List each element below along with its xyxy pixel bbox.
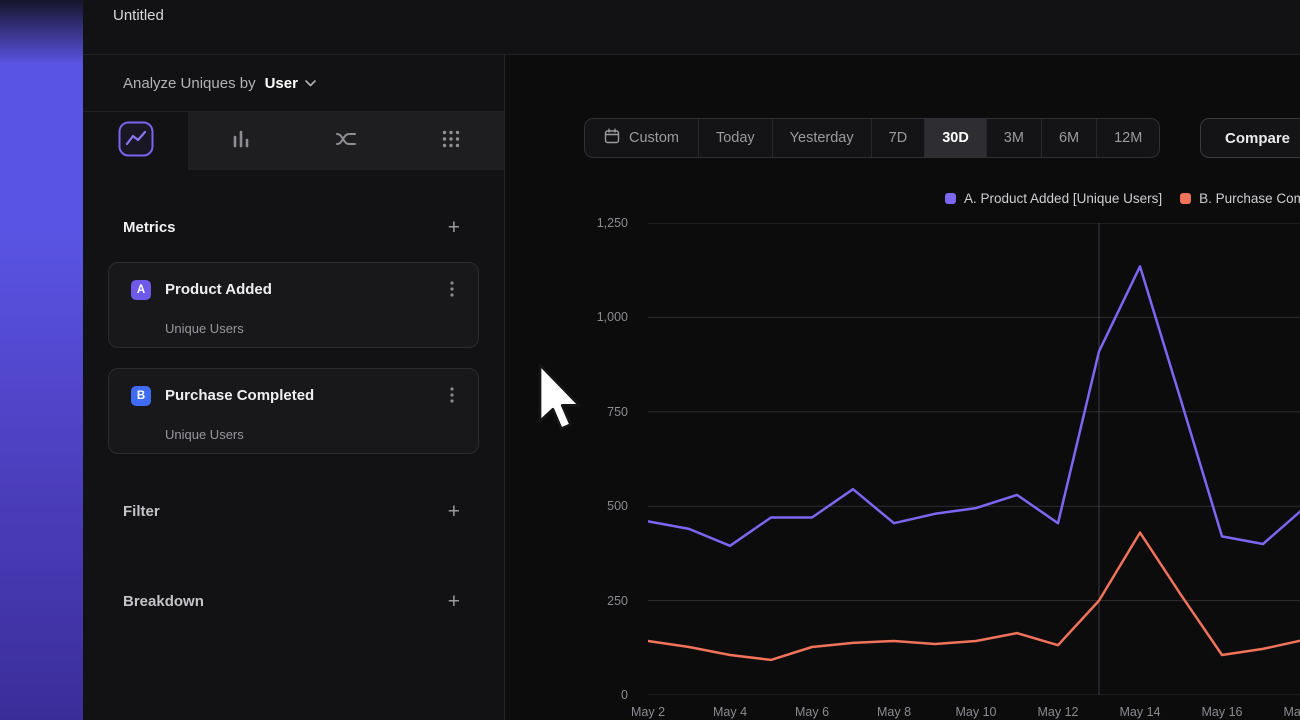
kebab-menu-icon bbox=[450, 281, 454, 300]
chart-canvas[interactable] bbox=[648, 223, 1300, 695]
legend-item-a[interactable]: A. Product Added [Unique Users] bbox=[945, 191, 1162, 206]
x-axis: May 2May 4May 6May 8May 10May 12May 14Ma… bbox=[648, 705, 1300, 720]
legend-label: B. Purchase Completed [Unique Users] bbox=[1199, 191, 1300, 206]
date-range-6m[interactable]: 6M bbox=[1041, 119, 1096, 157]
metric-title: Product Added bbox=[165, 281, 272, 298]
metric-badge-a: A bbox=[131, 280, 151, 300]
date-range-label: 3M bbox=[1004, 130, 1024, 146]
y-axis-tick-label: 1,000 bbox=[597, 310, 628, 324]
breakdown-section-header: Breakdown + bbox=[83, 581, 504, 621]
metric-options-button[interactable] bbox=[442, 280, 462, 300]
add-metric-button[interactable]: + bbox=[448, 217, 460, 238]
series-line bbox=[648, 266, 1300, 545]
metric-card-b[interactable]: B Purchase Completed Unique Users bbox=[108, 368, 479, 454]
left-gradient-strip bbox=[0, 0, 83, 720]
x-axis-tick-label: May 10 bbox=[956, 705, 997, 719]
date-range-group: Custom Today Yesterday 7D 30D 3M 6M 12M bbox=[584, 118, 1160, 158]
app-window: Untitled Analyze Uniques by User bbox=[83, 0, 1300, 720]
metrics-section-header: Metrics + bbox=[83, 207, 504, 247]
date-range-3m[interactable]: 3M bbox=[986, 119, 1041, 157]
flows-icon bbox=[334, 127, 358, 156]
chart-panel: Custom Today Yesterday 7D 30D 3M 6M 12M … bbox=[505, 55, 1300, 720]
tab-dot-grid[interactable] bbox=[399, 112, 504, 170]
tab-bar-chart[interactable] bbox=[188, 112, 293, 170]
tab-line-chart[interactable] bbox=[83, 112, 188, 170]
legend-label: A. Product Added [Unique Users] bbox=[964, 191, 1162, 206]
x-axis-tick-label: May 4 bbox=[713, 705, 747, 719]
y-axis-tick-label: 0 bbox=[621, 688, 628, 702]
chart-type-tabs bbox=[83, 112, 504, 170]
metric-subtitle: Unique Users bbox=[165, 427, 244, 442]
sidebar: Analyze Uniques by User bbox=[83, 55, 505, 720]
analyze-row: Analyze Uniques by User bbox=[83, 55, 504, 112]
window-title: Untitled bbox=[113, 7, 164, 24]
date-range-custom[interactable]: Custom bbox=[585, 119, 698, 157]
date-range-label: Custom bbox=[629, 130, 679, 146]
filter-section-header: Filter + bbox=[83, 491, 504, 531]
metric-badge-b: B bbox=[131, 386, 151, 406]
metric-card-a[interactable]: A Product Added Unique Users bbox=[108, 262, 479, 348]
chart-legend: A. Product Added [Unique Users] B. Purch… bbox=[945, 191, 1300, 206]
legend-swatch-b bbox=[1180, 193, 1191, 204]
y-axis-tick-label: 750 bbox=[607, 405, 628, 419]
x-axis-tick-label: May 18 bbox=[1284, 705, 1300, 719]
analyze-by-dropdown[interactable]: User bbox=[265, 74, 316, 92]
date-range-yesterday[interactable]: Yesterday bbox=[772, 119, 871, 157]
kebab-menu-icon bbox=[450, 387, 454, 406]
x-axis-tick-label: May 14 bbox=[1120, 705, 1161, 719]
analyze-by-value: User bbox=[265, 75, 298, 92]
x-axis-tick-label: May 12 bbox=[1038, 705, 1079, 719]
metric-subtitle: Unique Users bbox=[165, 321, 244, 336]
calendar-icon bbox=[604, 128, 620, 148]
date-range-label: 6M bbox=[1059, 130, 1079, 146]
tab-flows[interactable] bbox=[294, 112, 399, 170]
chart-plot-svg bbox=[648, 223, 1300, 695]
date-range-7d[interactable]: 7D bbox=[871, 119, 925, 157]
screen: Untitled Analyze Uniques by User bbox=[0, 0, 1300, 720]
date-range-label: Yesterday bbox=[790, 130, 854, 146]
chevron-down-icon bbox=[305, 74, 316, 92]
analyze-by-label: Analyze Uniques by bbox=[123, 75, 256, 92]
filter-heading: Filter bbox=[123, 503, 160, 520]
x-axis-tick-label: May 2 bbox=[631, 705, 665, 719]
y-axis-tick-label: 1,250 bbox=[597, 216, 628, 230]
date-range-label: 12M bbox=[1114, 130, 1142, 146]
date-range-label: 30D bbox=[942, 130, 969, 146]
x-axis-tick-label: May 16 bbox=[1202, 705, 1243, 719]
y-axis-tick-label: 250 bbox=[607, 594, 628, 608]
date-range-12m[interactable]: 12M bbox=[1096, 119, 1159, 157]
metric-title: Purchase Completed bbox=[165, 387, 314, 404]
x-axis-tick-label: May 8 bbox=[877, 705, 911, 719]
y-axis: 02505007501,0001,250 bbox=[505, 223, 628, 695]
window-header: Untitled bbox=[83, 0, 1300, 55]
legend-item-b[interactable]: B. Purchase Completed [Unique Users] bbox=[1180, 191, 1300, 206]
x-axis-tick-label: May 6 bbox=[795, 705, 829, 719]
legend-swatch-a bbox=[945, 193, 956, 204]
add-breakdown-button[interactable]: + bbox=[448, 591, 460, 612]
date-range-label: Today bbox=[716, 130, 755, 146]
date-range-30d[interactable]: 30D bbox=[924, 119, 986, 157]
series-line bbox=[648, 533, 1300, 660]
breakdown-heading: Breakdown bbox=[123, 593, 204, 610]
date-range-today[interactable]: Today bbox=[698, 119, 772, 157]
metric-options-button[interactable] bbox=[442, 386, 462, 406]
bar-chart-icon bbox=[229, 127, 253, 156]
compare-button[interactable]: Compare bbox=[1200, 118, 1300, 158]
date-range-label: 7D bbox=[889, 130, 908, 146]
metrics-heading: Metrics bbox=[123, 219, 176, 236]
y-axis-tick-label: 500 bbox=[607, 499, 628, 513]
add-filter-button[interactable]: + bbox=[448, 501, 460, 522]
line-chart-icon bbox=[118, 121, 154, 162]
dot-grid-icon bbox=[439, 127, 463, 156]
